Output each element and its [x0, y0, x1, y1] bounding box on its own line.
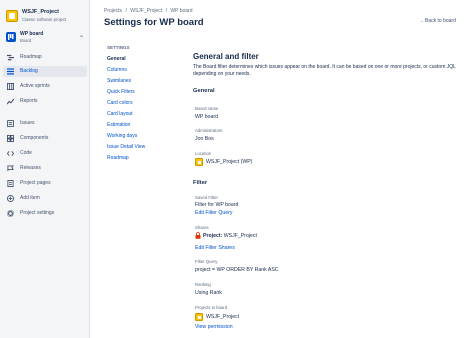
section-title: General and filter	[193, 52, 259, 61]
sidebar-item-issues[interactable]: Issues	[3, 118, 87, 129]
settings-nav-roadmap[interactable]: Roadmap	[107, 155, 129, 161]
ranking-value: Using Rank	[195, 290, 222, 296]
project-type: Classic software project	[22, 17, 67, 22]
filter-heading: Filter	[193, 180, 208, 186]
breadcrumb-separator: /	[125, 8, 127, 14]
edit-filter-query-link[interactable]: Edit Filter Query	[195, 210, 232, 216]
pages-icon	[7, 180, 14, 187]
settings-nav-issue-detail-view[interactable]: Issue Detail View	[107, 144, 145, 150]
sidebar-item-label: Active sprints	[20, 83, 50, 89]
project-avatar-icon	[195, 158, 203, 166]
gear-icon	[7, 210, 14, 217]
project-header[interactable]: WSJF_Project Classic software project	[6, 9, 88, 25]
components-icon	[7, 135, 14, 142]
sidebar-item-label: Backlog	[20, 68, 38, 74]
shares-project: WSJF_Project	[223, 233, 257, 239]
breadcrumb-projects[interactable]: Projects	[104, 8, 122, 14]
sidebar-item-roadmap[interactable]: Roadmap	[3, 52, 87, 63]
board-selector[interactable]: WP board Board ⌄	[6, 31, 86, 47]
back-to-board-link[interactable]: ←Back to board	[420, 18, 456, 24]
breadcrumb: Projects / WSJF_Project / WP board	[104, 8, 195, 14]
sidebar-item-label: Issues	[20, 120, 35, 126]
sidebar-item-code[interactable]: Code	[3, 148, 87, 159]
sidebar-item-reports[interactable]: Reports	[3, 96, 87, 107]
sidebar-item-label: Project pages	[20, 180, 51, 186]
shares-value: Project: WSJF_Project	[203, 233, 257, 239]
project-avatar	[6, 10, 18, 22]
settings-nav-working-days[interactable]: Working days	[107, 133, 137, 139]
roadmap-icon	[7, 54, 14, 61]
settings-nav-columns[interactable]: Columns	[107, 67, 127, 73]
edit-filter-shares-link[interactable]: Edit Filter Shares	[195, 245, 235, 251]
issues-icon	[7, 120, 14, 127]
sidebar-item-label: Components	[20, 135, 49, 141]
board-name: WP board	[20, 31, 44, 37]
filter-query-value: project = WP ORDER BY Rank ASC	[195, 267, 279, 273]
saved-filter-label: Saved Filter	[195, 195, 218, 200]
sidebar-item-label: Add item	[20, 195, 40, 201]
projects-in-board-value: WSJF_Project	[206, 314, 240, 320]
breadcrumb-separator: /	[165, 8, 167, 14]
settings-nav-estimation[interactable]: Estimation	[107, 122, 130, 128]
back-link-label: Back to board	[425, 18, 456, 24]
filter-query-label: Filter Query	[195, 259, 218, 264]
board-icon	[6, 32, 16, 42]
sidebar-item-label: Releases	[20, 165, 41, 171]
ranking-label: Ranking	[195, 282, 211, 287]
sprints-icon	[7, 83, 14, 90]
sidebar-item-add-item[interactable]: Add item	[3, 193, 87, 204]
sidebar-item-label: Roadmap	[20, 54, 42, 60]
reports-icon	[7, 98, 14, 105]
sidebar-item-active-sprints[interactable]: Active sprints	[3, 81, 87, 92]
settings-nav-general[interactable]: General	[107, 56, 126, 62]
sidebar-item-backlog[interactable]: Backlog	[3, 66, 87, 77]
chevron-down-icon: ⌄	[78, 33, 84, 39]
add-icon	[7, 195, 14, 202]
releases-icon	[7, 165, 14, 172]
settings-nav-card-layout[interactable]: Card layout	[107, 111, 133, 117]
location-value: WSJF_Project (WP)	[206, 159, 253, 165]
project-name: WSJF_Project	[22, 9, 59, 15]
sidebar: WSJF_Project Classic software project WP…	[0, 0, 90, 338]
sidebar-item-releases[interactable]: Releases	[3, 163, 87, 174]
section-description: The Board filter determines which issues…	[193, 64, 456, 77]
lock-icon	[195, 232, 201, 239]
sidebar-item-label: Code	[20, 150, 32, 156]
backlog-icon	[7, 68, 14, 75]
board-name-value: WP board	[195, 114, 218, 120]
administrators-label: Administrators	[195, 128, 223, 133]
breadcrumb-project[interactable]: WSJF_Project	[130, 8, 162, 14]
projects-in-board-label: Projects in board	[195, 305, 228, 310]
settings-nav-swimlanes[interactable]: Swimlanes	[107, 78, 131, 84]
saved-filter-value: Filter for WP board	[195, 202, 239, 208]
settings-nav-card-colors[interactable]: Card colors	[107, 100, 133, 106]
code-icon	[7, 151, 14, 156]
breadcrumb-board[interactable]: WP board	[170, 8, 192, 14]
sidebar-item-components[interactable]: Components	[3, 133, 87, 144]
sidebar-item-label: Reports	[20, 98, 38, 104]
board-subtitle: Board	[20, 38, 32, 43]
shares-label: Shares	[195, 225, 209, 230]
view-permission-link[interactable]: View permission	[195, 324, 233, 330]
settings-nav-heading: SETTINGS	[107, 45, 130, 50]
sidebar-item-project-pages[interactable]: Project pages	[3, 178, 87, 189]
project-avatar-icon	[195, 313, 203, 321]
location-label: Location	[195, 151, 212, 156]
board-name-label: Board name	[195, 106, 219, 111]
page-title: Settings for WP board	[104, 17, 204, 28]
general-heading: General	[193, 88, 215, 94]
administrators-value: Jon Bos	[195, 136, 214, 142]
shares-prefix: Project:	[203, 233, 223, 239]
sidebar-item-label: Project settings	[20, 210, 55, 216]
sidebar-item-project-settings[interactable]: Project settings	[3, 208, 87, 219]
settings-nav-quick-filters[interactable]: Quick Filters	[107, 89, 135, 95]
